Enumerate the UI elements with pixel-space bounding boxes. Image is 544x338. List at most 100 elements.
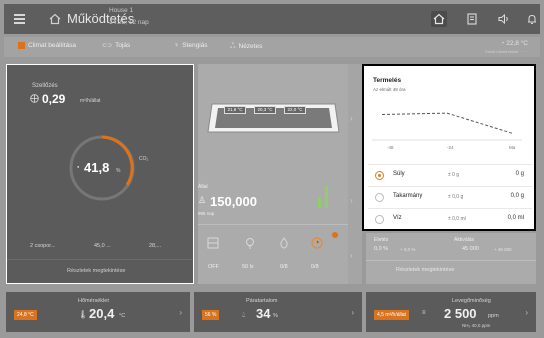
house-view-button[interactable]: [431, 11, 447, 27]
ventilation-control-button[interactable]: [206, 236, 222, 252]
ventilation-label: Szellőzés: [32, 83, 58, 89]
temperature-unit: °C: [119, 313, 126, 319]
gauge-value: 41,8: [84, 160, 110, 175]
chevron-right-icon[interactable]: ›: [525, 308, 528, 317]
alarm-button[interactable]: [524, 11, 540, 27]
row-name: Súly: [393, 171, 405, 177]
tab-stengias[interactable]: ♀ Stengiás: [174, 42, 208, 49]
chevron-right-icon[interactable]: ›: [351, 308, 354, 317]
eggs-icon: ⊂⊃: [102, 43, 113, 49]
ventilation-card[interactable]: Szellőzés 0,29 m³/h/állat ● 41,8 % CO₂ 2…: [6, 64, 194, 284]
air-quality-unit: ppm: [488, 313, 499, 319]
alert-dot: [332, 232, 338, 238]
divider: [198, 224, 348, 225]
chevron-right-icon[interactable]: ›: [350, 196, 353, 205]
house-view-icon: [433, 13, 445, 25]
animals-label: Állat: [198, 184, 208, 190]
divider: [7, 259, 192, 260]
tab-climate-label: Climat beállítása: [28, 42, 77, 49]
house-date: 14:25, 12 nap: [109, 19, 149, 26]
radio-weight[interactable]: [375, 171, 384, 180]
lightbulb-icon: [246, 238, 254, 249]
production-card[interactable]: Termelés Az elmúlt 48 óra -48 -24 Ma Súl…: [362, 64, 536, 231]
gauge-unit: %: [116, 168, 121, 174]
house-temp-3: 22,0 °C: [284, 106, 306, 114]
row-name: Takarmány: [393, 193, 423, 199]
bell-icon: [528, 14, 536, 24]
timer-control-button[interactable]: [310, 236, 326, 252]
level-bar-1: [318, 198, 321, 208]
air-quality-value: 2 500: [444, 306, 477, 321]
animals-unit: 995 nap: [198, 211, 215, 216]
air-quality-tag: 4,5 m³/h/állat: [374, 310, 409, 320]
activation-change: + 45 000: [494, 247, 512, 252]
air-quality-title: Levegőminőség: [452, 298, 491, 304]
house-temp-2: 20,3 °C: [254, 106, 276, 114]
timer-icon: [311, 237, 323, 249]
production-series-line: [381, 112, 513, 134]
chevron-right-icon[interactable]: ›: [350, 114, 353, 123]
house-illustration: [207, 103, 340, 133]
house-icon: [49, 13, 61, 25]
sound-button[interactable]: [496, 11, 512, 27]
air-quality-card[interactable]: 4,5 m³/h/állat Levegőminőség ≡ 2 500 ppm…: [366, 292, 536, 332]
humidity-card[interactable]: 56 % Páratartalom 💧︎ 34 % ›: [194, 292, 362, 332]
temperature-tag: 24,8 °C: [14, 310, 37, 320]
top-bar: Működtetés House 1 14:25, 12 nap: [4, 4, 540, 34]
tab-climate[interactable]: Climat beállítása: [18, 42, 76, 49]
house-name[interactable]: House 1: [109, 7, 133, 14]
tab-nezetes[interactable]: ஃ Nézetes: [230, 42, 262, 51]
ventilation-value: 0,29: [42, 92, 66, 106]
animals-icon: ஃ: [230, 43, 236, 50]
level-bar-2: [325, 186, 328, 208]
temperature-title: Hőmérséklet: [78, 298, 109, 304]
ventilation-unit: m³/h/állat: [80, 98, 101, 104]
row-value: 0,0 ml: [507, 215, 524, 221]
water-control-button[interactable]: [277, 236, 293, 252]
chevron-right-icon[interactable]: ›: [350, 251, 353, 260]
x-tick-3: Ma: [509, 145, 516, 150]
gauge-side-label: CO₂: [139, 156, 149, 162]
humidity-unit: %: [273, 313, 278, 319]
menu-icon[interactable]: [14, 14, 25, 24]
window-icon: [207, 237, 219, 249]
radio-water[interactable]: [375, 215, 384, 224]
gauge-dot-icon: ●: [77, 164, 80, 169]
activation-label: Aktiválás: [454, 237, 475, 243]
production-row-water[interactable]: Víz ± 0,0 ml 0,0 ml: [368, 208, 532, 228]
humidity-icon: 💧︎: [242, 310, 246, 319]
row-value: 0,0 g: [510, 193, 524, 199]
humidity-tag: 56 %: [202, 310, 220, 320]
feed-details-link[interactable]: Részletek megtekintése: [396, 267, 454, 273]
report-button[interactable]: [464, 11, 480, 27]
fan-icon: [30, 94, 39, 103]
house-card-side[interactable]: › › ›: [348, 64, 362, 284]
production-row-feed[interactable]: Takarmány ± 0,0 g 0,0 g: [368, 186, 532, 206]
feed-water-card[interactable]: Etetés 0,0 % + 0,0 % Aktiválás 45 000 + …: [366, 233, 536, 284]
feed-value: 0,0 %: [374, 246, 389, 252]
activation-value: 45 000: [462, 246, 479, 252]
x-tick-1: -48: [387, 145, 394, 150]
production-row-weight[interactable]: Súly ± 0 g 0 g: [368, 164, 532, 184]
ventilation-details-link[interactable]: Részletek megtekintése: [67, 268, 125, 274]
external-temp-value: 22,8 °C: [506, 40, 528, 47]
air-quality-sub: NH₃ 40,0 ppm: [462, 323, 491, 328]
temperature-card[interactable]: 24,8 °C Hőmérséklet 🌡︎ 20,4 °C ›: [6, 292, 190, 332]
control-value-1: OFF: [208, 264, 219, 270]
tab-eggs[interactable]: ⊂⊃ Tojás: [102, 42, 130, 49]
house-temp-1: 21,8 °C: [224, 106, 246, 114]
temperature-value: 20,4: [89, 306, 115, 321]
bulb-icon: ♀: [174, 42, 180, 49]
row-value: 0 g: [515, 171, 524, 177]
light-control-button[interactable]: [243, 236, 259, 252]
divider: [366, 260, 536, 261]
chevron-right-icon[interactable]: ›: [179, 308, 182, 317]
ventilation-stat-2: 45,0 ...: [94, 243, 111, 249]
speaker-icon: [498, 13, 508, 25]
house-card[interactable]: 21,8 °C 20,3 °C 22,0 °C Állat ♙ 150,000 …: [198, 64, 348, 284]
external-temp-caption: Külső hőmérséklet · · · ·: [485, 49, 528, 54]
row-name: Víz: [393, 215, 402, 221]
row-change: ± 0,0 g: [448, 194, 464, 200]
radio-feed[interactable]: [375, 193, 384, 202]
external-temperature: ◔ 22,8 °C: [501, 40, 529, 47]
